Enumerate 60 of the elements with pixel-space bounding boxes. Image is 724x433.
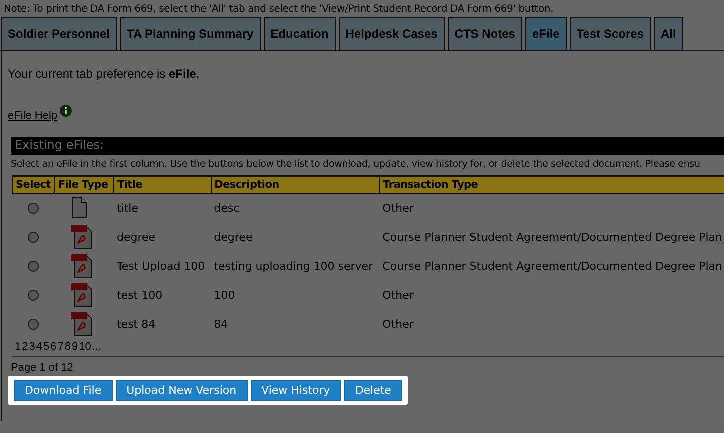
document-icon [70, 197, 90, 220]
radio-button[interactable] [28, 318, 40, 330]
tab[interactable]: eFile [525, 17, 567, 50]
section-header: Existing eFiles: [11, 137, 724, 155]
column-header: Description [211, 176, 380, 194]
tab[interactable]: Helpdesk Cases [338, 17, 445, 50]
action-button[interactable]: Delete [344, 380, 402, 400]
table-cell-text: Course Planner Student Agreement/Documented Degree Plan [382, 258, 724, 274]
table-cell: desc [211, 194, 380, 222]
pdf-icon [70, 253, 94, 279]
page-status: Page 1 of 12 [10, 360, 74, 374]
info-icon [60, 105, 72, 117]
page-link[interactable]: 2 [22, 340, 28, 352]
page-link[interactable]: 8 [64, 340, 71, 352]
column-header: Title [114, 176, 212, 194]
tab[interactable]: All [654, 17, 684, 50]
table-cell-text: 100 [213, 288, 236, 304]
page-link[interactable]: 4 [36, 340, 42, 352]
table-cell: Other [380, 194, 724, 222]
note-text: Note: To print the DA Form 669, select the 'All' tab and select the 'View/Print Student Record DA Form 669' button. [3, 3, 555, 17]
table-cell: title [114, 194, 212, 222]
table-cell-text: Test Upload 100 [116, 258, 206, 274]
table-cell-text: degree [116, 230, 157, 246]
table-cell-text: testing uploading 100 server [213, 258, 374, 274]
tab[interactable]: TA Planning Summary [120, 17, 261, 50]
page-link[interactable]: ... [92, 340, 102, 352]
table-cell-text: degree [213, 230, 254, 246]
action-button[interactable]: View History [250, 380, 342, 400]
instructions-text: Select an eFile in the first column. Use the buttons below the list to download, update, view history for, or delete the selected document. Please ensu [10, 158, 702, 172]
tab[interactable]: Soldier Personnel [1, 17, 118, 50]
action-button[interactable]: Download File [14, 380, 113, 400]
table-cell-text: Other [382, 316, 415, 332]
tab[interactable]: Education [264, 17, 336, 50]
table-cell-text: Other [382, 288, 415, 304]
page-link[interactable]: 10 [79, 340, 92, 352]
radio-button[interactable] [28, 260, 40, 272]
column-header: Transaction Type [380, 176, 724, 194]
radio-button[interactable] [28, 232, 40, 242]
page-link[interactable]: 6 [50, 340, 57, 352]
tab[interactable]: Test Scores [570, 17, 651, 50]
table-cell-text: test 100 [116, 288, 164, 304]
action-button[interactable]: Upload New Version [116, 380, 248, 400]
table-cell-text: Course Planner Student Agreement/Documented Degree Plan [382, 230, 724, 246]
table-cell-text: 84 [213, 316, 230, 332]
radio-button[interactable] [28, 290, 40, 300]
page-link[interactable]: 1 [15, 340, 22, 352]
tab-preference-text: Your current tab preference is eFile. [8, 66, 201, 81]
column-header: Select [12, 176, 55, 194]
page-link[interactable]: 5 [44, 340, 50, 352]
radio-button[interactable] [28, 202, 40, 214]
help-link[interactable]: eFile Help [8, 105, 58, 122]
table-cell-text: test 84 [116, 316, 157, 332]
page-link[interactable]: 9 [72, 340, 78, 352]
page-link[interactable]: 3 [29, 340, 36, 352]
column-header: File Type [54, 176, 114, 194]
pdf-icon [70, 224, 94, 250]
pdf-icon [70, 282, 94, 308]
tab[interactable]: CTS Notes [448, 17, 522, 50]
pdf-icon [70, 311, 94, 337]
page-link[interactable]: 7 [58, 340, 64, 352]
